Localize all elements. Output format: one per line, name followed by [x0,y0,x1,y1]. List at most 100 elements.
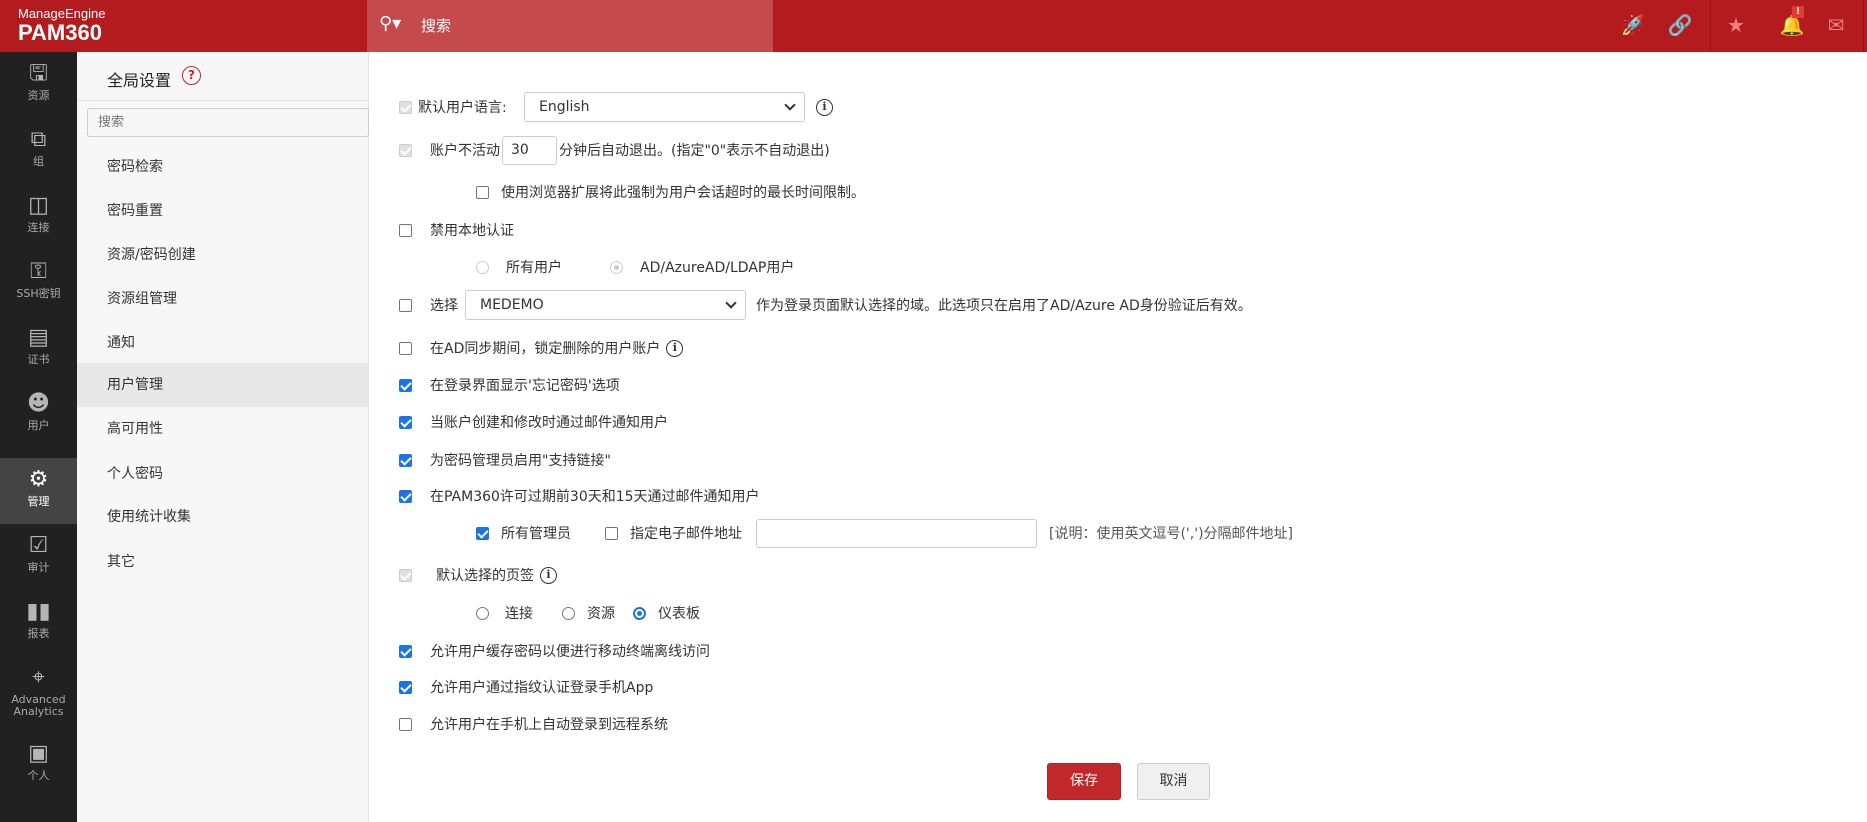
group-icon: ⧉ [30,127,47,152]
brand-logo-top: ManageEngine [18,6,106,21]
monitor-icon: 🖫 [29,61,48,86]
license-notify-row: 在PAM360许可过期前30天和15天通过邮件通知用户 [399,481,760,511]
lock-deleted-row: 在AD同步期间，锁定删除的用户账户 i [399,333,684,363]
disable-local-auth-checkbox[interactable] [399,223,412,237]
domain-select[interactable]: MEDEMO [465,290,746,320]
menu-user-management[interactable]: 用户管理 [77,363,368,407]
chevron-down-icon [784,99,796,111]
ssh-key-icon: ⚿ [30,259,47,284]
show-forgot-checkbox[interactable] [399,378,412,392]
connection-icon: ◫ [28,193,49,218]
help-icon[interactable]: ? [182,66,201,85]
radio-tab-resource[interactable] [562,606,575,620]
menu-password-reset[interactable]: 密码重置 [77,189,368,233]
cache-password-row: 允许用户缓存密码以便进行移动终端离线访问 [399,636,710,666]
email-address-input[interactable] [756,518,1037,548]
nav-groups[interactable]: ⧉ 组 [0,118,77,184]
nav-certificates[interactable]: ▤ 证书 [0,316,77,382]
menu-notification[interactable]: 通知 [77,321,368,365]
divider [1710,0,1711,52]
fingerprint-checkbox[interactable] [399,680,412,694]
certificate-icon: ▤ [28,325,49,350]
rocket-icon[interactable]: 🚀 [1620,14,1646,36]
cache-password-checkbox[interactable] [399,644,412,658]
menu-resource-creation[interactable]: 资源/密码创建 [77,233,368,277]
search-placeholder[interactable]: 搜索 [421,15,451,36]
menu-personal-passwords[interactable]: 个人密码 [77,452,368,496]
show-forgot-row: 在登录界面显示'忘记密码'选项 [399,370,620,400]
all-admins-checkbox[interactable] [476,526,489,540]
link-dropdown-icon[interactable]: 🔗 [1667,14,1693,36]
report-icon: ▮▮ [26,599,51,624]
notification-badge: ! [1792,6,1804,18]
default-tab-row: 默认选择的页签 i [399,560,557,590]
disable-local-auth-row: 禁用本地认证 [399,215,514,245]
nav-reports[interactable]: ▮▮ 报表 [0,590,77,656]
settings-search-input[interactable] [87,108,369,137]
top-bar: ManageEngine PAM360 ⚲▾ 搜索 🚀 🔗 ★ 🔔 ! ✉ [0,0,1867,52]
language-select[interactable]: English [524,92,805,122]
chevron-down-icon [725,297,737,309]
main-nav: 🖫 资源 ⧉ 组 ◫ 连接 ⚿ SSH密钥 ▤ 证书 ☻ 用户 ⚙ 管理 ☑ 审计 ▮▮ 报表 ⌖… [0,52,77,822]
menu-resource-group[interactable]: 资源组管理 [77,277,368,321]
nav-resources[interactable]: 🖫 资源 [0,52,77,118]
nav-audit[interactable]: ☑ 审计 [0,524,77,590]
cancel-button[interactable]: 取消 [1137,763,1210,800]
specify-email-checkbox[interactable] [605,526,618,540]
inactivity-minutes-input[interactable] [502,135,557,165]
notify-create-row: 当账户创建和修改时通过邮件通知用户 [399,407,668,437]
default-tab-checkbox[interactable] [399,568,412,582]
user-star-icon[interactable]: ★ [1723,14,1749,36]
nav-connections[interactable]: ◫ 连接 [0,184,77,250]
gear-icon: ⚙ [28,467,49,492]
support-link-row: 为密码管理员启用"支持链接" [399,445,611,475]
audit-icon: ☑ [28,533,49,558]
nav-advanced-analytics[interactable]: ⌖ Advanced Analytics [0,656,77,726]
radio-ad-users[interactable] [610,260,623,274]
menu-others[interactable]: 其它 [77,540,368,584]
nav-admin[interactable]: ⚙ 管理 [0,458,77,524]
browser-extension-row: 使用浏览器扩展将此强制为用户会话超时的最长时间限制。 [476,177,865,207]
brand-logo-product[interactable]: PAM360 [18,20,102,46]
notify-create-checkbox[interactable] [399,415,412,429]
radio-tab-connect[interactable] [476,606,489,620]
inactivity-checkbox[interactable] [399,143,412,157]
default-domain-checkbox[interactable] [399,298,412,312]
personal-icon: ▣ [28,741,49,766]
inactivity-row: 账户不活动 分钟后自动退出。(指定"0"表示不自动退出) [399,135,830,165]
radio-all-users[interactable] [476,260,489,274]
menu-usage-statistics[interactable]: 使用统计收集 [77,495,368,539]
auto-login-row: 允许用户在手机上自动登录到远程系统 [399,709,668,739]
settings-panel: 全局设置 ? 密码检索 密码重置 资源/密码创建 资源组管理 通知 用户管理 高… [77,52,369,822]
nav-ssh-keys[interactable]: ⚿ SSH密钥 [0,250,77,316]
divider [1863,0,1864,52]
default-tab-options: 连接 资源 仪表板 [476,598,700,628]
panel-title: 全局设置 [107,71,172,90]
auto-login-checkbox[interactable] [399,717,412,731]
license-recipients-row: 所有管理员 指定电子邮件地址 [说明：使用英文逗号(',')分隔邮件地址] [476,518,1293,548]
nav-users[interactable]: ☻ 用户 [0,382,77,448]
divider [77,100,369,101]
info-icon[interactable]: i [540,566,557,584]
save-button[interactable]: 保存 [1047,763,1121,800]
info-icon[interactable]: i [666,339,684,357]
analytics-icon: ⌖ [32,665,45,690]
lock-deleted-checkbox[interactable] [399,341,412,355]
global-search[interactable]: ⚲▾ 搜索 [367,0,773,52]
user-icon: ☻ [27,391,50,416]
default-language-checkbox[interactable] [399,100,412,114]
menu-password-retrieval[interactable]: 密码检索 [77,145,368,189]
auth-scope-row: 所有用户 AD/AzureAD/LDAP用户 [476,252,794,282]
mail-icon[interactable]: ✉ [1823,14,1849,36]
radio-tab-dashboard[interactable] [633,606,646,620]
default-language-row: 默认用户语言: English i [399,92,833,122]
nav-personal[interactable]: ▣ 个人 [0,732,77,798]
menu-high-availability[interactable]: 高可用性 [77,407,368,451]
support-link-checkbox[interactable] [399,453,412,467]
search-icon[interactable]: ⚲▾ [379,13,401,34]
default-domain-row: 选择 MEDEMO 作为登录页面默认选择的域。此选项只在启用了AD/Azure … [399,290,1252,320]
browser-extension-checkbox[interactable] [476,185,489,199]
info-icon[interactable]: i [816,98,833,116]
fingerprint-row: 允许用户通过指纹认证登录手机App [399,672,653,702]
license-notify-checkbox[interactable] [399,489,412,503]
